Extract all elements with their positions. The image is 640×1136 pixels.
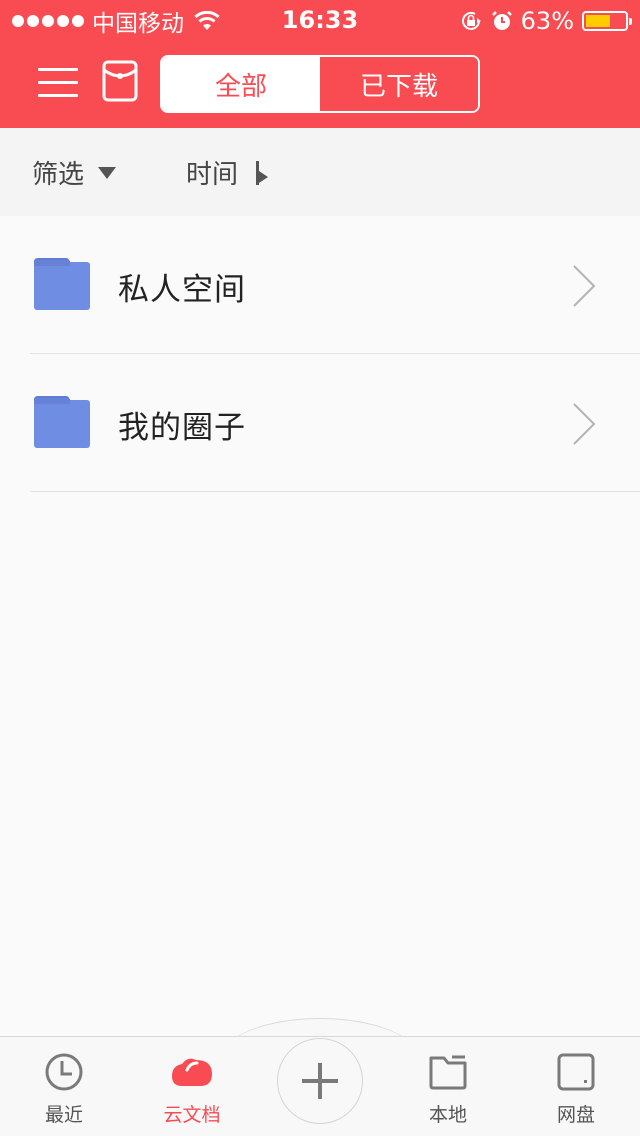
plus-icon — [302, 1063, 338, 1099]
battery-icon — [582, 11, 632, 31]
clock-icon — [45, 1053, 83, 1091]
item-label: 我的圈子 — [118, 410, 246, 446]
tab-label: 最近 — [44, 1104, 83, 1126]
status-bar: 中国移动 16:33 63% — [0, 0, 640, 40]
list-item-my-circle[interactable]: 我的圈子 — [0, 354, 640, 492]
status-left: 中国移动 — [12, 6, 220, 37]
tab-local[interactable]: 本地 — [384, 1052, 512, 1132]
tab-label: 云文档 — [163, 1104, 221, 1126]
orientation-lock-icon — [461, 11, 481, 30]
tab-netdisk[interactable]: 网盘 — [512, 1052, 640, 1132]
red-envelope-icon[interactable] — [102, 60, 138, 102]
filter-button[interactable]: 筛选 — [32, 154, 117, 191]
segmented-control: 全部 已下载 — [160, 55, 480, 113]
folder-icon — [34, 396, 90, 448]
sort-direction-icon — [256, 160, 269, 185]
battery-percent: 63% — [520, 7, 574, 35]
nav-row: 全部 已下载 — [0, 40, 640, 128]
sort-label: 时间 — [186, 160, 239, 190]
tab-recent[interactable]: 最近 — [0, 1052, 128, 1132]
tab-label: 本地 — [428, 1104, 467, 1126]
header: 中国移动 16:33 63% 全部 已下载 — [0, 0, 640, 128]
filter-label: 筛选 — [32, 160, 85, 190]
add-button[interactable] — [277, 1038, 363, 1124]
status-right: 63% — [459, 6, 632, 36]
drive-icon — [557, 1053, 595, 1091]
tab-label: 网盘 — [556, 1104, 595, 1126]
tab-downloaded[interactable]: 已下载 — [320, 57, 478, 111]
folder-outline-icon — [429, 1055, 467, 1090]
cloud-icon — [172, 1058, 212, 1086]
chevron-right-icon — [573, 265, 596, 307]
dropdown-triangle-icon — [98, 166, 117, 179]
carrier-name: 中国移动 — [92, 11, 184, 37]
list-item-private-space[interactable]: 私人空间 — [0, 216, 640, 354]
sort-time-button[interactable]: 时间 — [186, 154, 270, 191]
tab-all[interactable]: 全部 — [162, 57, 320, 111]
filter-bar: 筛选 时间 — [0, 128, 640, 216]
item-label: 私人空间 — [118, 272, 246, 308]
wifi-icon — [194, 11, 220, 30]
alarm-icon — [491, 11, 512, 30]
folder-list: 私人空间 我的圈子 — [0, 216, 640, 492]
battery-fill — [586, 15, 610, 27]
folder-icon — [34, 258, 90, 310]
tab-cloud-docs[interactable]: 云文档 — [128, 1052, 256, 1132]
signal-strength-icon — [12, 15, 84, 27]
chevron-right-icon — [573, 403, 596, 445]
hamburger-menu-icon[interactable] — [38, 68, 78, 98]
